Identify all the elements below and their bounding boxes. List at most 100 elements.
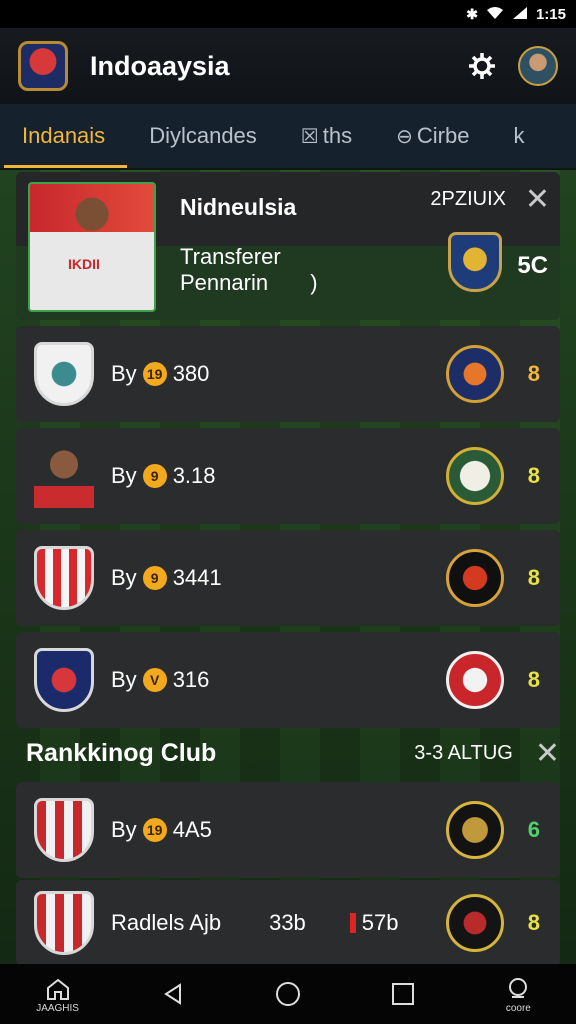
row-score: 6 [527, 817, 540, 842]
opponent-crest [446, 801, 504, 859]
close-button[interactable]: ✕ [525, 182, 550, 217]
row-value: 316 [172, 667, 210, 692]
signal-icon [512, 6, 528, 23]
recents-button[interactable] [373, 980, 433, 1008]
tab-indanais[interactable]: Indanais [0, 104, 128, 168]
row-value: 380 [172, 361, 210, 386]
opponent-crest [446, 651, 504, 709]
section-code: 3-3 ALTUG [414, 741, 513, 764]
tab-label: k [513, 123, 525, 148]
coin-icon: V [142, 668, 167, 692]
coin-icon: 9 [142, 566, 167, 590]
list-item[interactable]: By 19 4A5 6 [16, 782, 560, 878]
row-score: 8 [527, 565, 540, 590]
circle-icon [275, 980, 301, 1008]
club-crest [34, 546, 94, 610]
tab-label: Diylcandes [149, 123, 257, 148]
tab-cirbe[interactable]: ⊖ Cirbe [374, 104, 491, 168]
opponent-crest [446, 447, 504, 505]
menu-label: coore [505, 1002, 531, 1014]
list-item[interactable]: By 9 3.18 8 [16, 428, 560, 524]
coin-icon: 19 [142, 362, 167, 386]
club-crest [34, 798, 94, 862]
club-crest [34, 891, 94, 955]
row-label: Radlels Ajb [111, 910, 222, 935]
row-label: By [111, 817, 137, 842]
list-item[interactable]: By 19 380 8 [16, 326, 560, 422]
back-button[interactable] [143, 980, 203, 1008]
list-item[interactable]: Radlels Ajb 33b 57b 8 [16, 880, 560, 966]
opponent-crest [446, 894, 504, 952]
row-label: By [111, 565, 137, 590]
row-value: 4A5 [172, 817, 212, 842]
notification-icon: ✱ [466, 5, 478, 22]
opponent-crest [446, 345, 504, 403]
tab-k[interactable]: k [491, 104, 546, 168]
section-title: Rankkinog Club [26, 738, 217, 767]
row-text: By 19 380 [111, 361, 209, 387]
club-badge [448, 232, 502, 292]
close-button[interactable]: ✕ [535, 736, 560, 771]
team-crest-logo[interactable] [18, 41, 68, 91]
row-value: 33b [269, 910, 306, 935]
coin-icon: 9 [142, 464, 167, 488]
club-crest [34, 342, 94, 406]
coin-icon: 19 [142, 818, 167, 842]
list-item[interactable]: By V 316 8 [16, 632, 560, 728]
home-label: JAAGHIS [36, 1002, 79, 1014]
club-crest [34, 648, 94, 712]
featured-type: Transferer [180, 244, 281, 269]
row-score: 8 [527, 667, 540, 692]
home-icon [45, 975, 71, 1003]
row-label: By [111, 667, 137, 692]
row-score: 8 [527, 361, 540, 386]
tab-ths[interactable]: ☒ ths [279, 104, 374, 168]
tab-label: Indanais [22, 123, 106, 148]
tab-bar: Indanais Diylcandes ☒ ths ⊖ Cirbe k [0, 104, 576, 168]
page-title: Indoaaysia [90, 50, 230, 81]
back-circle-icon: ⊖ [396, 125, 413, 148]
featured-player-mark: ) [310, 270, 318, 295]
calendar-icon: ☒ [300, 125, 319, 148]
profile-icon [506, 975, 530, 1003]
user-avatar[interactable] [518, 46, 558, 86]
row-text: By 9 3441 [111, 565, 222, 591]
featured-player: Pennarin ) [180, 270, 318, 296]
settings-button[interactable] [462, 46, 502, 86]
row-text: By 19 4A5 [111, 817, 212, 843]
row-score: 8 [527, 910, 540, 935]
close-icon: ✕ [524, 183, 550, 216]
row-text: By V 316 [111, 667, 209, 693]
featured-code: 2PZIUIX [430, 188, 506, 210]
shirt-text: IKDII [68, 256, 100, 272]
red-indicator [349, 913, 356, 933]
player-avatar [34, 444, 94, 508]
menu-button[interactable]: coore [488, 975, 548, 1014]
row-value-secondary: 57b [361, 910, 399, 935]
player-photo: IKDII [28, 182, 156, 312]
tab-label: Cirbe [416, 123, 470, 148]
tab-diylcandes[interactable]: Diylcandes [127, 104, 279, 168]
row-text: By 9 3.18 [111, 463, 216, 489]
status-time: 1:15 [535, 5, 566, 23]
featured-transfer-card[interactable]: IKDII Nidneulsia 2PZIUIX ✕ Transferer Pe… [16, 172, 560, 320]
back-icon [162, 980, 184, 1008]
featured-player-name: Pennarin [180, 270, 269, 295]
row-label: By [111, 361, 137, 386]
row-score: 8 [527, 463, 540, 488]
list-item[interactable]: By 9 3441 8 [16, 530, 560, 626]
opponent-crest [446, 549, 504, 607]
app-header: Indoaaysia [0, 28, 576, 104]
status-bar: ✱ 1:15 [0, 0, 576, 28]
navigation-bar: JAAGHIS coore [0, 964, 576, 1024]
square-icon [391, 980, 415, 1008]
row-value: 3441 [172, 565, 222, 590]
row-text: Radlels Ajb 33b 57b [111, 910, 399, 936]
wifi-icon [486, 6, 504, 23]
featured-name: Nidneulsia [180, 194, 297, 220]
row-label: By [111, 463, 137, 488]
home-circle-button[interactable] [258, 980, 318, 1008]
home-button[interactable]: JAAGHIS [28, 975, 88, 1014]
ranking-section-header: Rankkinog Club 3-3 ALTUG ✕ [16, 728, 560, 778]
close-icon: ✕ [534, 736, 560, 770]
